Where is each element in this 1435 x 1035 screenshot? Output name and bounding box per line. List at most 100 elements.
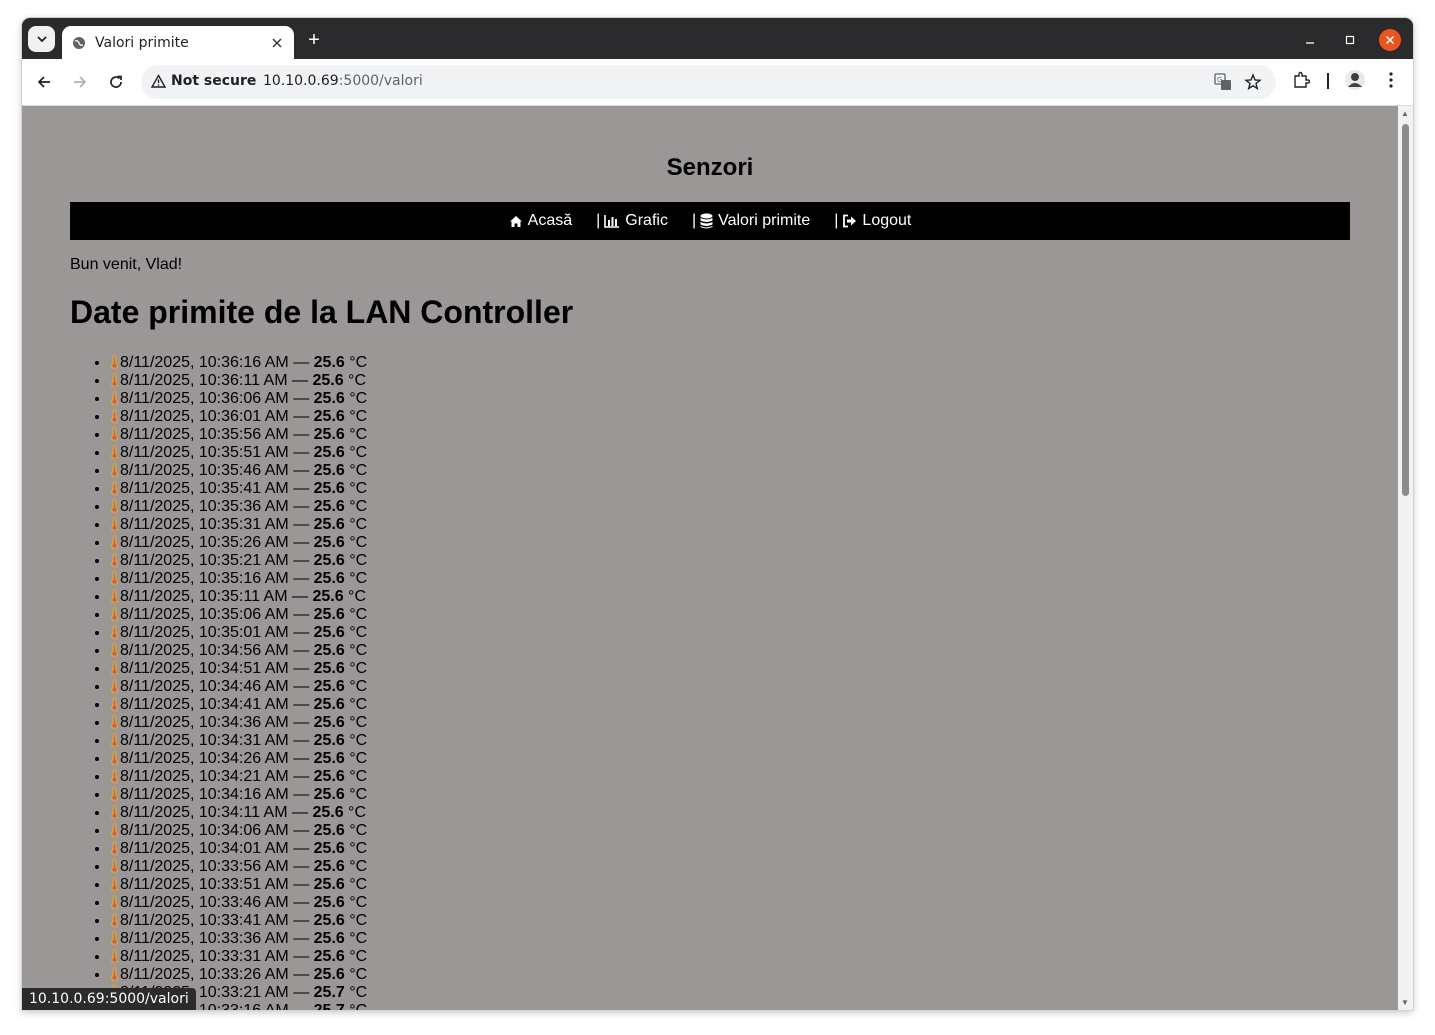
arrow-left-icon xyxy=(37,76,50,88)
page-scrollbar[interactable]: ▲ ▼ xyxy=(1398,106,1413,1010)
reading-unit: °C xyxy=(349,408,368,425)
forward-button[interactable] xyxy=(68,70,92,94)
reading-unit: °C xyxy=(349,984,368,1001)
reading-value: 25.6 xyxy=(313,696,345,713)
thermometer-icon xyxy=(111,535,118,549)
list-item: 8/11/2025, 10:35:46 AM — 25.6 °C xyxy=(110,462,367,480)
reading-unit: °C xyxy=(348,588,366,605)
scroll-up-icon[interactable]: ▲ xyxy=(1401,109,1409,118)
thermometer-icon xyxy=(111,715,118,729)
reading-unit: °C xyxy=(349,912,368,929)
list-item: 8/11/2025, 10:34:26 AM — 25.6 °C xyxy=(110,750,367,768)
thermometer-icon xyxy=(111,733,118,747)
thermometer-icon xyxy=(111,553,118,567)
reload-button[interactable] xyxy=(104,70,128,94)
reading-dash: — xyxy=(293,480,310,497)
nav-item-logout[interactable]: Logout xyxy=(842,212,911,230)
extensions-icon[interactable] xyxy=(1292,71,1310,89)
reading-value: 25.6 xyxy=(313,948,345,965)
address-bar[interactable]: Not secure 10.10.0.69:5000/valori G xyxy=(141,65,1276,99)
list-item: 8/11/2025, 10:34:16 AM — 25.6 °C xyxy=(110,786,367,804)
reading-time: 8/11/2025, 10:35:46 AM xyxy=(120,462,289,479)
more-menu-icon[interactable] xyxy=(1382,71,1400,89)
reading-dash: — xyxy=(292,372,308,389)
reading-unit: °C xyxy=(349,1002,367,1010)
list-item: 8/11/2025, 10:33:56 AM — 25.6 °C xyxy=(110,858,367,876)
reading-dash: — xyxy=(293,930,310,947)
thermometer-icon xyxy=(111,409,118,423)
reading-time: 8/11/2025, 10:35:16 AM xyxy=(120,570,289,587)
nav-item-grafic[interactable]: Grafic xyxy=(604,212,668,230)
reading-unit: °C xyxy=(349,750,368,767)
reading-unit: °C xyxy=(349,480,368,497)
profile-avatar-icon[interactable] xyxy=(1344,69,1366,91)
list-item: 8/11/2025, 10:34:41 AM — 25.6 °C xyxy=(110,696,367,714)
reading-value: 25.6 xyxy=(313,966,345,983)
reading-dash: — xyxy=(293,714,310,731)
status-bar-url: 10.10.0.69:5000/valori xyxy=(22,988,196,1010)
list-item: 8/11/2025, 10:35:41 AM — 25.6 °C xyxy=(110,480,367,498)
reading-dash: — xyxy=(293,1002,309,1010)
reading-value: 25.6 xyxy=(313,660,345,677)
reading-value: 25.6 xyxy=(313,534,345,551)
maximize-icon[interactable] xyxy=(1338,28,1362,52)
reading-dash: — xyxy=(293,696,310,713)
thermometer-icon xyxy=(111,571,118,585)
reading-value: 25.6 xyxy=(313,858,345,875)
list-item: 8/11/2025, 10:33:31 AM — 25.6 °C xyxy=(110,948,367,966)
reading-dash: — xyxy=(293,408,310,425)
tab-search-button[interactable] xyxy=(28,26,55,52)
url-text[interactable]: 10.10.0.69:5000/valori xyxy=(263,73,423,89)
security-label[interactable]: Not secure xyxy=(171,73,256,89)
thermometer-icon xyxy=(111,931,118,945)
nav-item-acasa[interactable]: Acasă xyxy=(509,212,572,230)
tab-close-icon[interactable] xyxy=(266,32,288,54)
thermometer-icon xyxy=(111,895,118,909)
bookmark-star-icon[interactable] xyxy=(1244,73,1262,91)
thermometer-icon xyxy=(111,967,118,981)
new-tab-button[interactable]: + xyxy=(302,28,326,52)
reading-time: 8/11/2025, 10:33:31 AM xyxy=(120,948,289,965)
scrollbar-thumb[interactable] xyxy=(1402,124,1409,496)
reading-value: 25.6 xyxy=(313,840,345,857)
reading-dash: — xyxy=(293,498,310,515)
nav-item-valori-primite[interactable]: Valori primite xyxy=(700,212,810,230)
reading-unit: °C xyxy=(349,552,368,569)
reading-value: 25.6 xyxy=(313,390,345,407)
reading-dash: — xyxy=(293,570,310,587)
reading-time: 8/11/2025, 10:33:36 AM xyxy=(120,930,289,947)
list-item: 8/11/2025, 10:33:36 AM — 25.6 °C xyxy=(110,930,367,948)
reading-value: 25.6 xyxy=(313,678,345,695)
reading-time: 8/11/2025, 10:35:11 AM xyxy=(120,588,288,605)
nav-separator: | xyxy=(834,212,839,229)
reading-unit: °C xyxy=(349,840,368,857)
reading-unit: °C xyxy=(349,624,368,641)
thermometer-icon xyxy=(111,607,118,621)
reading-unit: °C xyxy=(348,804,366,821)
reading-unit: °C xyxy=(349,786,368,803)
reading-dash: — xyxy=(293,444,310,461)
reading-unit: °C xyxy=(349,696,368,713)
scroll-down-icon[interactable]: ▼ xyxy=(1401,998,1409,1007)
list-item: 8/11/2025, 10:33:51 AM — 25.6 °C xyxy=(110,876,367,894)
reading-value: 25.6 xyxy=(313,876,345,893)
reading-unit: °C xyxy=(349,570,368,587)
reading-unit: °C xyxy=(349,948,368,965)
minimize-icon[interactable] xyxy=(1298,28,1322,52)
reading-unit: °C xyxy=(349,606,368,623)
window-close-icon[interactable] xyxy=(1379,29,1401,51)
translate-icon[interactable]: G xyxy=(1214,73,1232,91)
back-button[interactable] xyxy=(32,70,56,94)
reading-time: 8/11/2025, 10:34:51 AM xyxy=(120,660,289,677)
reading-time: 8/11/2025, 10:35:01 AM xyxy=(120,624,289,641)
reading-unit: °C xyxy=(349,534,368,551)
reading-time: 8/11/2025, 10:35:51 AM xyxy=(120,444,289,461)
thermometer-icon xyxy=(111,463,118,477)
reading-dash: — xyxy=(293,876,310,893)
thermometer-icon xyxy=(111,697,118,711)
reading-unit: °C xyxy=(349,966,368,983)
list-item: 8/11/2025, 10:35:21 AM — 25.6 °C xyxy=(110,552,367,570)
thermometer-icon xyxy=(111,499,118,513)
list-item: 8/11/2025, 10:35:26 AM — 25.6 °C xyxy=(110,534,367,552)
tab-valori-primite[interactable]: Valori primite xyxy=(62,26,294,59)
